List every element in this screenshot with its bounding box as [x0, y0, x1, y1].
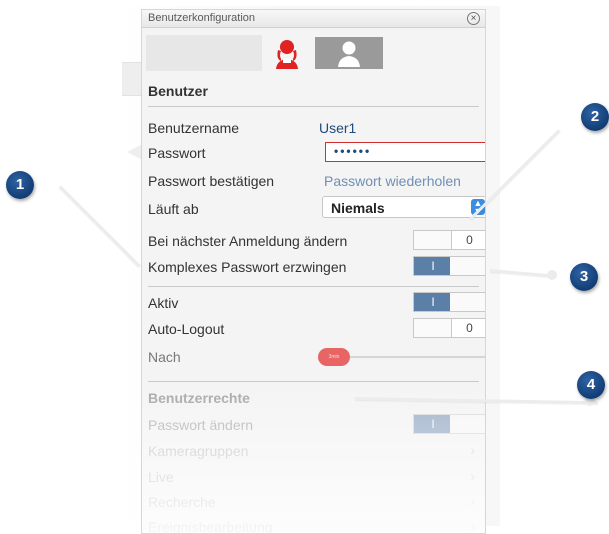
password-row: Passwort ••••••: [148, 141, 485, 165]
chevron-right-icon: ›: [470, 518, 475, 534]
marker-1: 1: [6, 171, 34, 199]
callout-dot-3: [547, 270, 557, 280]
blank-tab: [146, 35, 262, 71]
marker-4: 4: [577, 371, 605, 399]
password-field[interactable]: ••••••: [325, 142, 485, 162]
toggle-knob: [450, 257, 485, 275]
change-password-toggle[interactable]: I: [413, 414, 485, 434]
toggle-knob: [414, 231, 452, 249]
active-label: Aktiv: [148, 295, 179, 311]
after-label: Nach: [148, 349, 181, 365]
after-slider-thumb[interactable]: 3min: [318, 348, 350, 366]
username-value[interactable]: User1: [319, 120, 356, 136]
change-next-login-row: Bei nächster Anmeldung ändern 0: [148, 229, 485, 253]
toggle-knob: [450, 293, 485, 311]
user-config-dialog: Benutzerkonfiguration × Benutzer Benutze…: [141, 9, 486, 534]
expires-value: Niemals: [331, 200, 385, 216]
username-label: Benutzername: [148, 120, 240, 136]
toggle-knob: [414, 319, 452, 337]
expires-select[interactable]: Niemals ▲▼: [322, 196, 485, 218]
toggle-state: I: [414, 293, 452, 311]
password-label: Passwort: [148, 145, 206, 161]
toggle-state: I: [414, 257, 452, 275]
chevron-right-icon: ›: [470, 468, 475, 484]
change-password-row: Passwort ändern I: [148, 413, 485, 437]
close-icon[interactable]: ×: [467, 12, 480, 25]
toggle-knob: [450, 415, 485, 433]
marker-2: 2: [581, 103, 609, 131]
rights-item-search[interactable]: Recherche ›: [148, 490, 479, 514]
toggle-state: 0: [451, 231, 485, 249]
active-toggle[interactable]: I: [413, 292, 485, 312]
marker-3: 3: [570, 263, 598, 291]
divider: [148, 286, 479, 287]
rights-item-live[interactable]: Live ›: [148, 465, 479, 489]
rights-item-label: Live: [148, 469, 174, 485]
change-password-label: Passwort ändern: [148, 417, 254, 433]
section-title-user: Benutzer: [148, 83, 208, 99]
expires-row: Läuft ab Niemals ▲▼: [148, 196, 485, 220]
divider: [148, 381, 479, 382]
auto-logout-label: Auto-Logout: [148, 321, 225, 337]
toggle-state: I: [414, 415, 452, 433]
auto-logout-row: Auto-Logout 0: [148, 317, 485, 341]
expires-label: Läuft ab: [148, 201, 199, 217]
user-red-icon[interactable]: [274, 37, 300, 69]
complex-password-row: Komplexes Passwort erzwingen I: [148, 255, 485, 279]
change-next-login-label: Bei nächster Anmeldung ändern: [148, 233, 348, 249]
user-gray-icon[interactable]: [315, 37, 383, 69]
after-row: Nach 3min: [148, 345, 485, 369]
rights-item-label: Kameragruppen: [148, 443, 249, 459]
confirm-password-field[interactable]: Passwort wiederholen: [324, 173, 461, 189]
section-title-rights: Benutzerrechte: [148, 390, 250, 406]
complex-password-label: Komplexes Passwort erzwingen: [148, 259, 347, 275]
active-row: Aktiv I: [148, 291, 485, 315]
confirm-password-row: Passwort bestätigen Passwort wiederholen: [148, 169, 479, 193]
rights-item-camera-groups[interactable]: Kameragruppen ›: [148, 439, 479, 463]
toggle-state: 0: [451, 319, 485, 337]
confirm-password-label: Passwort bestätigen: [148, 173, 275, 189]
dialog-title: Benutzerkonfiguration: [148, 12, 256, 24]
username-row: Benutzername User1: [148, 116, 479, 140]
chevron-right-icon: ›: [470, 442, 475, 458]
complex-password-toggle[interactable]: I: [413, 256, 485, 276]
chevron-right-icon: ›: [470, 493, 475, 509]
titlebar: Benutzerkonfiguration ×: [142, 10, 485, 28]
change-next-login-toggle[interactable]: 0: [413, 230, 485, 250]
rights-item-label: Ereignisbearbeitung: [148, 519, 273, 534]
rights-item-label: Recherche: [148, 494, 216, 510]
user-type-selector: [142, 29, 485, 81]
divider: [148, 106, 479, 107]
auto-logout-toggle[interactable]: 0: [413, 318, 485, 338]
rights-item-event-editing[interactable]: Ereignisbearbeitung ›: [148, 515, 479, 534]
